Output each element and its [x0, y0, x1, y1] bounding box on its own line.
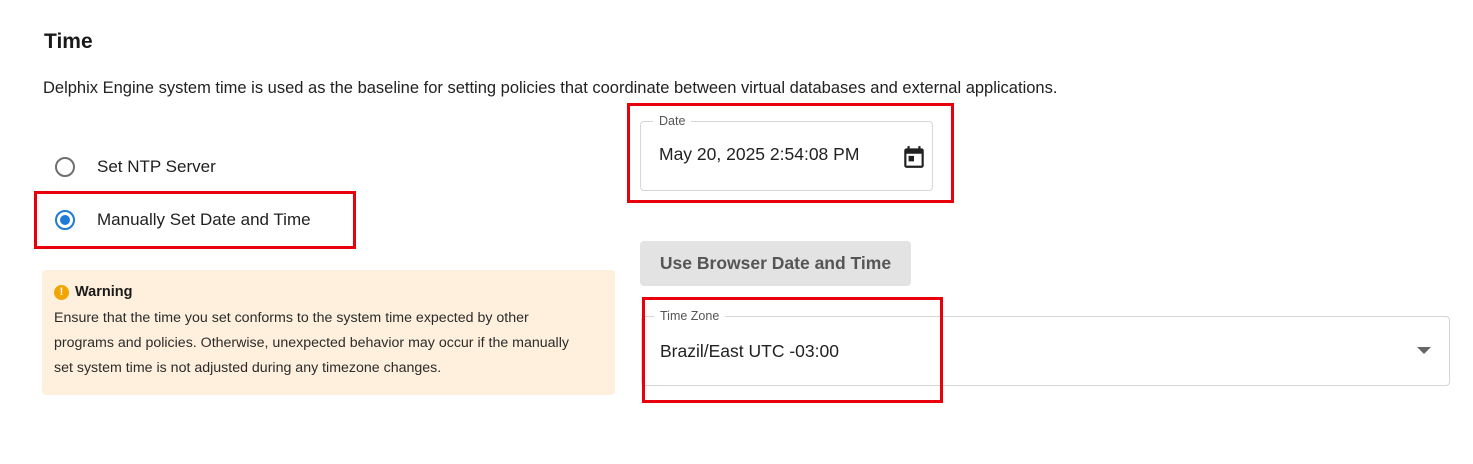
date-field-label: Date [653, 113, 692, 129]
warning-title: Warning [75, 283, 133, 300]
timezone-select[interactable]: Time Zone Brazil/East UTC -03:00 [641, 308, 1450, 386]
radio-unchecked-icon[interactable] [55, 157, 75, 177]
warning-icon: ! [54, 285, 69, 300]
timezone-field-label: Time Zone [654, 308, 726, 324]
date-field[interactable]: Date May 20, 2025 2:54:08 PM [640, 113, 933, 191]
radio-label-ntp: Set NTP Server [97, 157, 216, 176]
radio-label-manual: Manually Set Date and Time [97, 210, 311, 229]
date-field-value[interactable]: May 20, 2025 2:54:08 PM [659, 144, 859, 165]
warning-header: ! Warning [54, 283, 603, 300]
section-title: Time [44, 30, 93, 53]
timezone-field-value[interactable]: Brazil/East UTC -03:00 [660, 341, 839, 362]
radio-set-ntp-server[interactable]: Set NTP Server [55, 154, 216, 180]
warning-message: Ensure that the time you set conforms to… [54, 306, 603, 381]
warning-line: programs and policies. Otherwise, unexpe… [54, 335, 569, 351]
radio-manually-set-date-time[interactable]: Manually Set Date and Time [55, 207, 311, 233]
warning-line: set system time is not adjusted during a… [54, 360, 442, 376]
chevron-down-icon[interactable] [1417, 347, 1431, 355]
warning-line: Ensure that the time you set conforms to… [54, 310, 529, 326]
radio-checked-icon[interactable] [55, 210, 75, 230]
warning-alert: ! Warning Ensure that the time you set c… [42, 270, 615, 395]
use-browser-date-time-button[interactable]: Use Browser Date and Time [640, 241, 911, 286]
calendar-icon[interactable] [901, 144, 927, 170]
section-description: Delphix Engine system time is used as th… [43, 79, 1058, 97]
time-settings-page: Time Delphix Engine system time is used … [0, 0, 1473, 464]
